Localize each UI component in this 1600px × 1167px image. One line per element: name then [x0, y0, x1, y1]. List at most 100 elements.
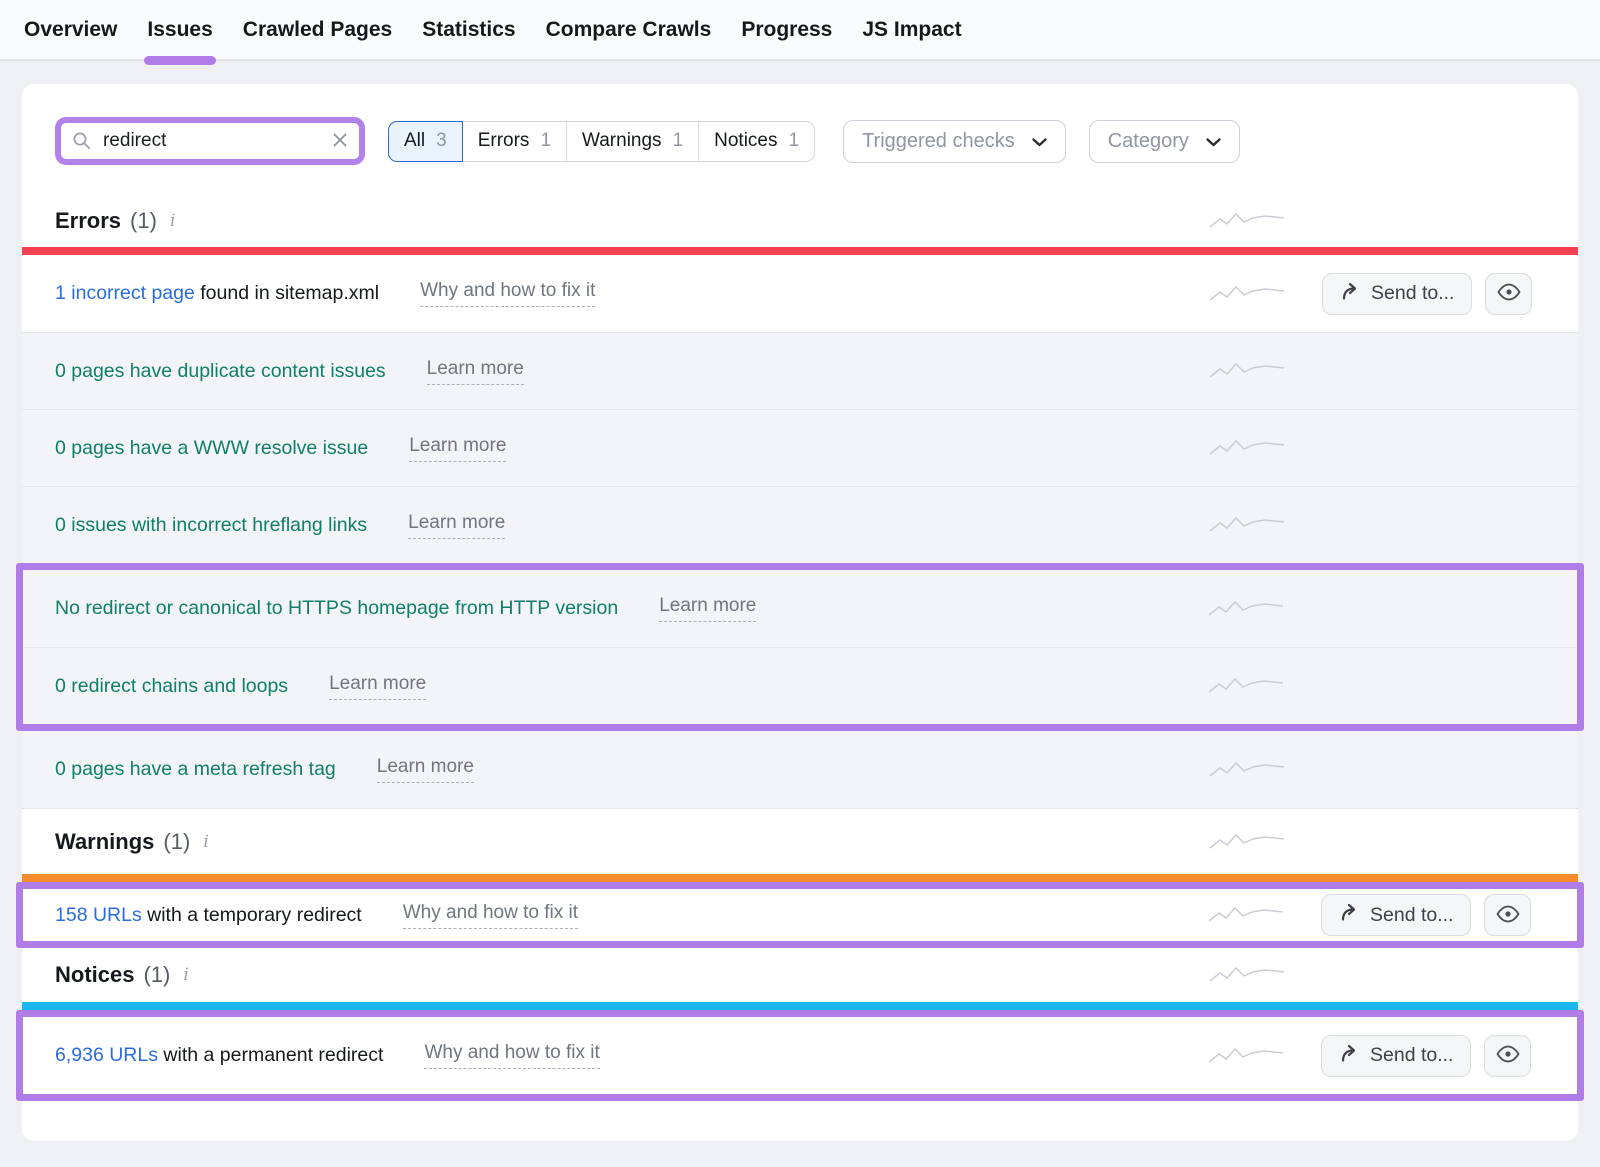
hide-issue-button[interactable] [1485, 273, 1532, 315]
trend-sparkline [1207, 675, 1285, 697]
section-count: (1) [143, 962, 170, 988]
dropdown-label: Triggered checks [862, 130, 1015, 153]
tab-compare-crawls[interactable]: Compare Crawls [546, 1, 712, 59]
segment-label: Notices [714, 130, 777, 152]
trend-sparkline [1208, 210, 1286, 232]
trend-sparkline [1207, 1045, 1285, 1067]
segment-count: 1 [540, 130, 551, 152]
issue-row-permanent-redirect: 6,936 URLs with a permanent redirect Why… [23, 1017, 1577, 1094]
search-icon [72, 131, 92, 151]
section-count: (1) [163, 829, 190, 855]
hide-issue-button[interactable] [1484, 894, 1531, 936]
highlight-box-permanent-redirect: 6,936 URLs with a permanent redirect Why… [16, 1010, 1584, 1101]
send-to-button[interactable]: Send to... [1322, 273, 1472, 315]
learn-more-link[interactable]: Learn more [329, 673, 426, 700]
notices-section-header: Notices (1) i [22, 948, 1578, 1002]
segment-count: 1 [673, 130, 684, 152]
issue-row-temporary-redirect: 158 URLs with a temporary redirect Why a… [23, 889, 1577, 941]
issue-row-duplicate-content: 0 pages have duplicate content issues Le… [22, 332, 1578, 409]
send-to-button[interactable]: Send to... [1321, 1035, 1471, 1077]
info-icon[interactable]: i [183, 965, 188, 985]
search-box[interactable] [55, 117, 365, 165]
segment-notices[interactable]: Notices 1 [698, 121, 815, 162]
segment-count: 1 [789, 130, 800, 152]
notices-severity-bar [22, 1002, 1578, 1010]
highlight-box-redirect-errors: No redirect or canonical to HTTPS homepa… [16, 563, 1584, 731]
segment-label: Errors [478, 130, 530, 152]
trend-sparkline [1208, 831, 1286, 853]
trend-sparkline [1208, 437, 1286, 459]
issue-row-sitemap: 1 incorrect page found in sitemap.xml Wh… [22, 255, 1578, 332]
highlight-box-temporary-redirect: 158 URLs with a temporary redirect Why a… [16, 882, 1584, 948]
segment-warnings[interactable]: Warnings 1 [566, 121, 699, 162]
issue-link[interactable]: 0 pages have a meta refresh tag [55, 758, 336, 781]
tab-js-impact[interactable]: JS Impact [862, 1, 961, 59]
issue-count-link[interactable]: 158 URLs [55, 904, 142, 926]
issue-link[interactable]: No redirect or canonical to HTTPS homepa… [55, 597, 618, 620]
why-how-to-fix-link[interactable]: Why and how to fix it [424, 1042, 599, 1069]
clear-search-button[interactable] [332, 132, 348, 151]
issue-row-hreflang: 0 issues with incorrect hreflang links L… [22, 486, 1578, 563]
search-input[interactable] [103, 130, 321, 152]
info-icon[interactable]: i [203, 832, 208, 852]
issue-text: 6,936 URLs with a permanent redirect [55, 1044, 383, 1067]
segment-count: 3 [436, 130, 447, 152]
triggered-checks-dropdown[interactable]: Triggered checks [843, 120, 1066, 163]
trend-sparkline [1208, 283, 1286, 305]
section-count: (1) [130, 208, 157, 234]
tab-overview[interactable]: Overview [24, 1, 117, 59]
trend-sparkline [1208, 514, 1286, 536]
share-arrow-icon [1340, 282, 1360, 306]
trend-sparkline [1208, 964, 1286, 986]
issue-count-link[interactable]: 1 incorrect page [55, 282, 195, 304]
issue-row-meta-refresh: 0 pages have a meta refresh tag Learn mo… [22, 731, 1578, 808]
issue-row-www-resolve: 0 pages have a WWW resolve issue Learn m… [22, 409, 1578, 486]
trend-sparkline [1208, 360, 1286, 382]
trend-sparkline [1207, 598, 1285, 620]
eye-icon [1497, 282, 1521, 305]
learn-more-link[interactable]: Learn more [659, 595, 756, 622]
issue-text: 158 URLs with a temporary redirect [55, 904, 362, 927]
section-title: Notices [55, 962, 134, 988]
segment-label: Warnings [582, 130, 662, 152]
errors-rows: 1 incorrect page found in sitemap.xml Wh… [22, 255, 1578, 563]
errors-section-header: Errors (1) i [22, 195, 1578, 247]
top-navigation: Overview Issues Crawled Pages Statistics… [0, 0, 1600, 61]
trend-sparkline [1208, 759, 1286, 781]
issue-link[interactable]: 0 issues with incorrect hreflang links [55, 514, 367, 537]
tab-crawled-pages[interactable]: Crawled Pages [243, 1, 392, 59]
issue-link[interactable]: 0 redirect chains and loops [55, 675, 288, 698]
issue-row-redirect-chains: 0 redirect chains and loops Learn more [23, 647, 1577, 724]
why-how-to-fix-link[interactable]: Why and how to fix it [403, 902, 578, 929]
learn-more-link[interactable]: Learn more [377, 756, 474, 783]
send-to-button[interactable]: Send to... [1321, 894, 1471, 936]
issue-link[interactable]: 0 pages have a WWW resolve issue [55, 437, 368, 460]
segment-all[interactable]: All 3 [388, 121, 463, 162]
tab-issues[interactable]: Issues [147, 1, 212, 59]
learn-more-link[interactable]: Learn more [409, 435, 506, 462]
hide-issue-button[interactable] [1484, 1035, 1531, 1077]
close-icon [332, 132, 348, 151]
tab-statistics[interactable]: Statistics [422, 1, 515, 59]
share-arrow-icon [1339, 1044, 1359, 1068]
page-body: All 3 Errors 1 Warnings 1 Notices 1 Trig… [0, 61, 1600, 1141]
segment-errors[interactable]: Errors 1 [462, 121, 567, 162]
learn-more-link[interactable]: Learn more [427, 358, 524, 385]
issue-row-https-homepage: No redirect or canonical to HTTPS homepa… [23, 570, 1577, 647]
learn-more-link[interactable]: Learn more [408, 512, 505, 539]
issue-link[interactable]: 0 pages have duplicate content issues [55, 360, 386, 383]
dropdown-label: Category [1108, 130, 1189, 153]
info-icon[interactable]: i [170, 211, 175, 231]
warnings-severity-bar [22, 874, 1578, 882]
errors-severity-bar [22, 247, 1578, 255]
section-title: Errors [55, 208, 121, 234]
chevron-down-icon [1206, 130, 1221, 153]
warnings-section-header: Warnings (1) i [22, 808, 1578, 874]
share-arrow-icon [1339, 903, 1359, 927]
why-how-to-fix-link[interactable]: Why and how to fix it [420, 280, 595, 307]
category-dropdown[interactable]: Category [1089, 120, 1240, 163]
filter-bar: All 3 Errors 1 Warnings 1 Notices 1 Trig… [22, 84, 1578, 195]
issue-count-link[interactable]: 6,936 URLs [55, 1044, 158, 1066]
tab-progress[interactable]: Progress [741, 1, 832, 59]
issue-text: 1 incorrect page found in sitemap.xml [55, 282, 379, 305]
